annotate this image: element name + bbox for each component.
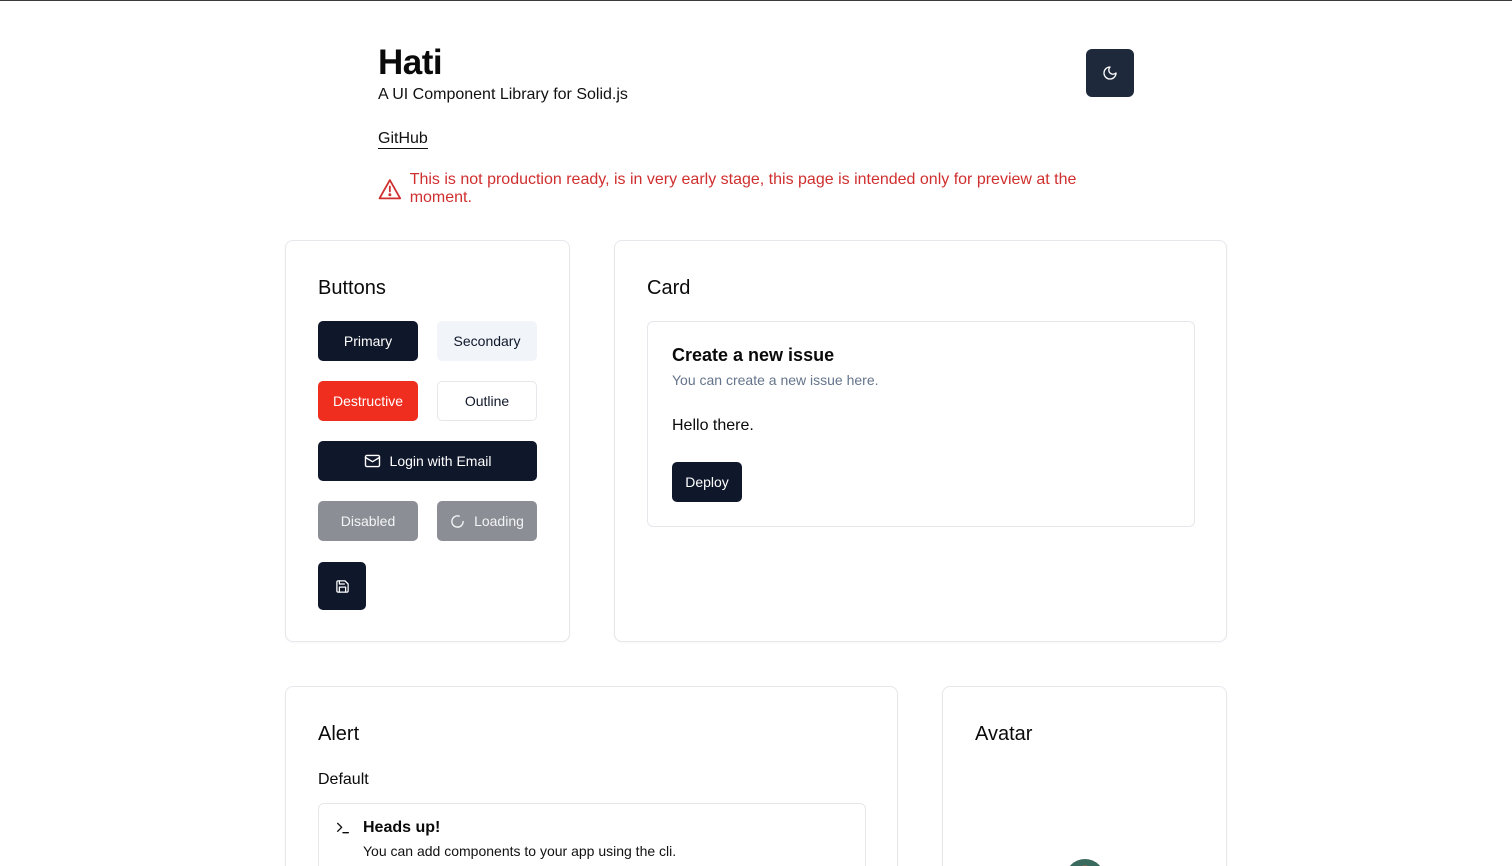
save-icon-button[interactable]: [318, 562, 366, 610]
page-title: Hati: [378, 43, 443, 82]
destructive-button[interactable]: Destructive: [318, 381, 418, 421]
alert-description: You can add components to your app using…: [363, 843, 677, 859]
loading-button[interactable]: Loading: [437, 501, 537, 541]
avatar-card: Avatar: [942, 686, 1227, 866]
alert-card-title: Alert: [318, 723, 360, 745]
alert-title: Heads up!: [363, 819, 441, 836]
buttons-card-title: Buttons: [318, 277, 386, 299]
theme-toggle-button[interactable]: [1086, 49, 1134, 97]
default-alert: Heads up! You can add components to your…: [318, 803, 866, 866]
mail-icon: [364, 454, 380, 468]
alert-triangle-icon: [378, 179, 402, 200]
login-with-email-label: Login with Email: [389, 453, 492, 469]
avatar: [1065, 859, 1105, 866]
github-link[interactable]: GitHub: [378, 130, 428, 149]
spinner-icon: [451, 514, 464, 528]
avatar-card-title: Avatar: [975, 723, 1033, 745]
alert-section-label: Default: [318, 771, 369, 788]
secondary-button[interactable]: Secondary: [437, 321, 537, 361]
disabled-button[interactable]: Disabled: [318, 501, 418, 541]
deploy-button[interactable]: Deploy: [672, 462, 742, 502]
outline-button[interactable]: Outline: [437, 381, 537, 421]
create-issue-title: Create a new issue: [672, 345, 835, 365]
terminal-icon: [337, 822, 349, 834]
save-icon: [335, 579, 349, 593]
loading-label: Loading: [474, 513, 524, 529]
warning-banner: This is not production ready, is in very…: [378, 171, 1134, 207]
page-header: Hati A UI Component Library for Solid.js…: [378, 45, 1134, 207]
warning-text: This is not production ready, is in very…: [409, 171, 1077, 206]
alert-card: Alert Default Heads up! You can add comp…: [285, 686, 898, 866]
login-with-email-button[interactable]: Login with Email: [318, 441, 537, 481]
moon-icon: [1103, 66, 1117, 80]
card-demo-card: Card Create a new issue You can create a…: [614, 240, 1227, 642]
create-issue-content: Hello there.: [672, 417, 754, 434]
card-demo-title: Card: [647, 277, 691, 299]
primary-button[interactable]: Primary: [318, 321, 418, 361]
buttons-card: Buttons Primary Secondary Destructive Ou…: [285, 240, 570, 642]
create-issue-description: You can create a new issue here.: [672, 372, 879, 388]
page-subtitle: A UI Component Library for Solid.js: [378, 86, 628, 103]
create-issue-card: Create a new issue You can create a new …: [647, 321, 1195, 527]
